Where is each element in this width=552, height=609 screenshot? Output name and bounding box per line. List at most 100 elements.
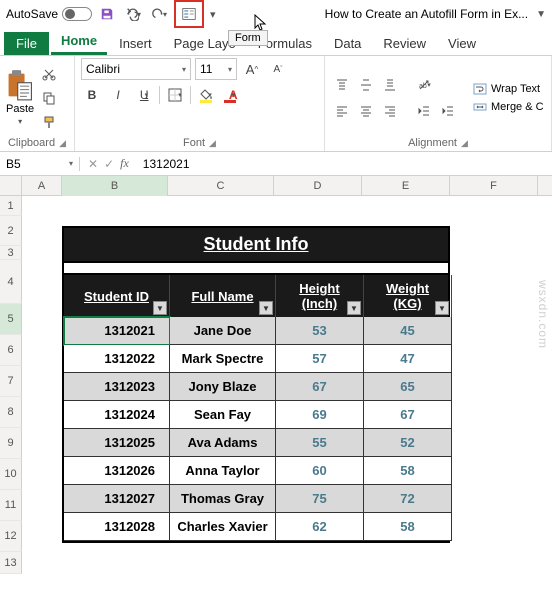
row-headers[interactable]: 12345678910111213 (0, 196, 22, 574)
cell-student-id[interactable]: 1312024 (64, 401, 170, 429)
cell-weight[interactable]: 67 (364, 401, 452, 429)
qat-overflow[interactable]: ▾ (210, 8, 216, 21)
alignment-launcher-icon[interactable]: ◢ (461, 138, 468, 149)
title-dropdown[interactable]: ▼ (536, 9, 546, 20)
orientation-button[interactable]: ab▾ (413, 74, 435, 96)
column-header[interactable] (0, 176, 22, 196)
worksheet-grid[interactable]: ABCDEF 12345678910111213 Student Info St… (0, 176, 552, 574)
cell-full-name[interactable]: Ava Adams (170, 429, 276, 457)
cell-full-name[interactable]: Anna Taylor (170, 457, 276, 485)
column-header[interactable]: C (168, 176, 274, 196)
cell-weight[interactable]: 72 (364, 485, 452, 513)
align-middle-button[interactable] (355, 74, 377, 96)
header-full-name[interactable]: Full Name▼ (170, 275, 276, 317)
align-bottom-button[interactable] (379, 74, 401, 96)
column-header[interactable]: D (274, 176, 362, 196)
font-name-combo[interactable]: Calibri▾ (81, 58, 191, 80)
cell-weight[interactable]: 65 (364, 373, 452, 401)
decrease-indent-button[interactable] (413, 100, 435, 122)
cell-full-name[interactable]: Jony Blaze (170, 373, 276, 401)
column-header[interactable]: E (362, 176, 450, 196)
header-height[interactable]: Height(Inch)▼ (276, 275, 364, 317)
underline-button[interactable]: U▾ (133, 84, 155, 106)
row-header[interactable]: 13 (0, 552, 22, 574)
font-size-combo[interactable]: 11▾ (195, 58, 237, 80)
cell-weight[interactable]: 47 (364, 345, 452, 373)
cell-full-name[interactable]: Sean Fay (170, 401, 276, 429)
cell-height[interactable]: 75 (276, 485, 364, 513)
column-headers[interactable]: ABCDEF (0, 176, 552, 196)
cell-full-name[interactable]: Thomas Gray (170, 485, 276, 513)
filter-dropdown-icon[interactable]: ▼ (259, 301, 273, 315)
font-launcher-icon[interactable]: ◢ (209, 138, 216, 149)
cell-student-id[interactable]: 1312028 (64, 513, 170, 541)
row-header[interactable]: 10 (0, 459, 22, 490)
cell-student-id[interactable]: 1312022 (64, 345, 170, 373)
align-center-button[interactable] (355, 100, 377, 122)
wrap-text-button[interactable]: Wrap Text (473, 82, 544, 96)
save-button[interactable] (96, 3, 118, 25)
row-header[interactable]: 2 (0, 216, 22, 246)
column-header[interactable]: A (22, 176, 62, 196)
cell-height[interactable]: 62 (276, 513, 364, 541)
formula-input[interactable]: 1312021 (137, 157, 196, 171)
row-header[interactable]: 9 (0, 428, 22, 459)
tab-review[interactable]: Review (373, 32, 436, 55)
paste-button[interactable]: Paste ▾ (6, 69, 34, 126)
cell-weight[interactable]: 45 (364, 317, 452, 345)
redo-button[interactable]: ▾ (148, 3, 170, 25)
filter-dropdown-icon[interactable]: ▼ (153, 301, 167, 315)
cell-student-id[interactable]: 1312025 (64, 429, 170, 457)
row-header[interactable]: 6 (0, 335, 22, 366)
cancel-formula-icon[interactable]: ✕ (88, 157, 98, 171)
cell-full-name[interactable]: Jane Doe (170, 317, 276, 345)
align-top-button[interactable] (331, 74, 353, 96)
row-header[interactable]: 7 (0, 366, 22, 397)
fx-icon[interactable]: fx (120, 156, 129, 171)
row-header[interactable]: 5 (0, 304, 22, 335)
merge-center-button[interactable]: Merge & C (473, 100, 544, 114)
fill-color-button[interactable]: ▾ (195, 84, 217, 106)
increase-indent-button[interactable] (437, 100, 459, 122)
align-right-button[interactable] (379, 100, 401, 122)
borders-button[interactable]: ▾ (164, 84, 186, 106)
cell-height[interactable]: 57 (276, 345, 364, 373)
column-header[interactable]: F (450, 176, 538, 196)
cell-height[interactable]: 60 (276, 457, 364, 485)
cell-full-name[interactable]: Charles Xavier (170, 513, 276, 541)
cell-weight[interactable]: 52 (364, 429, 452, 457)
cell-student-id[interactable]: 1312023 (64, 373, 170, 401)
cell-full-name[interactable]: Mark Spectre (170, 345, 276, 373)
tab-home[interactable]: Home (51, 29, 107, 55)
increase-font-button[interactable]: A^ (241, 58, 263, 80)
column-header[interactable]: B (62, 176, 168, 196)
enter-formula-icon[interactable]: ✓ (104, 157, 114, 171)
decrease-font-button[interactable]: Aˇ (267, 58, 289, 80)
tab-file[interactable]: File (4, 32, 49, 55)
cell-height[interactable]: 69 (276, 401, 364, 429)
filter-dropdown-icon[interactable]: ▼ (435, 301, 449, 315)
cell-student-id[interactable]: 1312026 (64, 457, 170, 485)
row-header[interactable]: 8 (0, 397, 22, 428)
header-student-id[interactable]: Student ID▼ (64, 275, 170, 317)
tab-data[interactable]: Data (324, 32, 371, 55)
row-header[interactable]: 11 (0, 490, 22, 521)
cell-height[interactable]: 55 (276, 429, 364, 457)
clipboard-launcher-icon[interactable]: ◢ (59, 138, 66, 149)
cell-height[interactable]: 53 (276, 317, 364, 345)
cell-weight[interactable]: 58 (364, 457, 452, 485)
tab-insert[interactable]: Insert (109, 32, 162, 55)
row-header[interactable]: 3 (0, 246, 22, 260)
format-painter-button[interactable] (38, 111, 60, 133)
cell-height[interactable]: 67 (276, 373, 364, 401)
copy-button[interactable] (38, 87, 60, 109)
filter-dropdown-icon[interactable]: ▼ (347, 301, 361, 315)
align-left-button[interactable] (331, 100, 353, 122)
row-header[interactable]: 12 (0, 521, 22, 552)
row-header[interactable]: 4 (0, 260, 22, 304)
name-box[interactable]: B5▾ (0, 157, 80, 171)
cell-student-id[interactable]: 1312027 (64, 485, 170, 513)
bold-button[interactable]: B (81, 84, 103, 106)
undo-button[interactable]: ▾ (122, 3, 144, 25)
row-header[interactable]: 1 (0, 196, 22, 216)
